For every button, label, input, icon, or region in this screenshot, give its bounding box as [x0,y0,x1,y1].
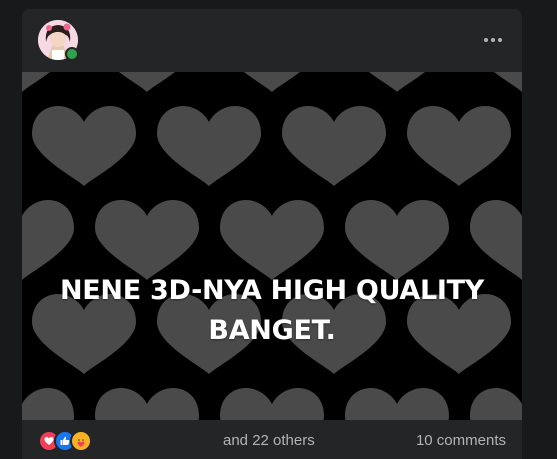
more-options-button[interactable] [478,25,508,55]
dot-icon [484,38,488,42]
reaction-icons[interactable] [38,430,92,452]
dot-icon [491,38,495,42]
reaction-count[interactable]: and 22 others [223,432,315,449]
post-text-line: BANGET. [208,315,336,346]
reactions-bar: and 22 others 10 comments [22,420,522,459]
care-icon [70,430,92,452]
comment-count[interactable]: 10 comments [416,432,506,449]
post-text-line: NENE 3D-NYA HIGH QUALITY [59,275,484,306]
post-card: NENE 3D-NYA HIGH QUALITY BANGET. and 22 … [22,9,522,459]
post-header [22,9,522,71]
post-text: NENE 3D-NYA HIGH QUALITY BANGET. [22,271,522,351]
dot-icon [498,38,502,42]
heart-pattern [22,72,522,420]
online-status-dot [65,47,79,61]
post-background-image[interactable]: NENE 3D-NYA HIGH QUALITY BANGET. [22,72,522,420]
avatar[interactable] [38,20,79,61]
